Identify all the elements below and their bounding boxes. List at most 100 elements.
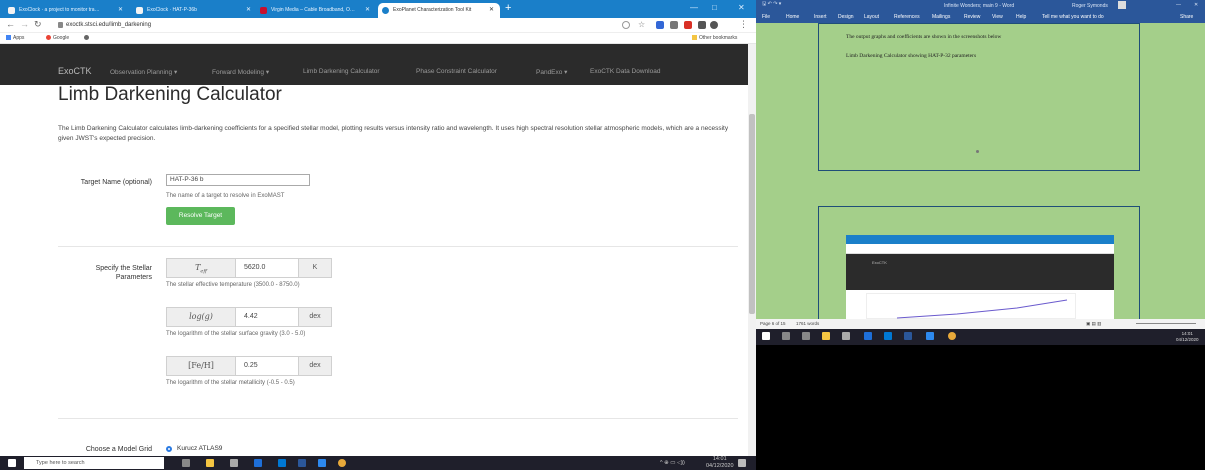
- kurucz-option-label[interactable]: Kurucz ATLAS9: [177, 445, 222, 452]
- nav-forward-modeling[interactable]: Forward Modeling ▾: [212, 68, 269, 76]
- extension-icon[interactable]: [698, 21, 706, 29]
- exoctk-favicon-icon: [382, 7, 389, 14]
- calculator-icon[interactable]: [230, 459, 238, 467]
- new-tab-button[interactable]: +: [505, 2, 511, 14]
- resolve-target-button[interactable]: Resolve Target: [166, 207, 235, 225]
- extension-icon[interactable]: [684, 21, 692, 29]
- ribbon-file[interactable]: File: [762, 14, 770, 20]
- logg-input-group: log(g) 4.42 dex: [166, 307, 332, 327]
- task-view-icon[interactable]: [802, 332, 810, 340]
- outlook-icon[interactable]: [884, 332, 892, 340]
- back-arrow-icon[interactable]: ←: [6, 19, 15, 29]
- address-bar[interactable]: exoctk.stsci.edu/limb_darkening: [66, 20, 151, 31]
- bookmark-other[interactable]: Other bookmarks: [692, 35, 737, 42]
- word-icon[interactable]: [298, 459, 306, 467]
- tell-me-search[interactable]: Tell me what you want to do: [1042, 14, 1104, 20]
- zoom-slider[interactable]: [1136, 323, 1196, 324]
- tab-close-icon[interactable]: ✕: [118, 3, 123, 18]
- file-explorer-icon[interactable]: [822, 332, 830, 340]
- tab-exoclock-hatp36b[interactable]: ExoClock · HAT-P-36b ✕: [132, 3, 257, 18]
- page-count[interactable]: Page 6 of 15: [760, 321, 786, 326]
- system-tray-icon[interactable]: ^ ⊕ ▭ ◁)): [660, 460, 685, 466]
- page-top-strip: [0, 44, 748, 60]
- reload-icon[interactable]: ↻: [34, 19, 42, 30]
- outlook-icon[interactable]: [278, 459, 286, 467]
- feh-input[interactable]: 0.25: [235, 357, 299, 375]
- tab-exoctk[interactable]: ExoPlanet Characterization Tool Kit ✕: [378, 3, 500, 18]
- ribbon-design[interactable]: Design: [838, 14, 854, 20]
- maximize-button[interactable]: □: [712, 3, 717, 12]
- globe-icon: [84, 35, 89, 41]
- nav-data-download[interactable]: ExoCTK Data Download: [590, 68, 660, 75]
- ribbon-mailings[interactable]: Mailings: [932, 14, 950, 20]
- share-button[interactable]: Share: [1180, 14, 1193, 20]
- nav-limb-darkening[interactable]: Limb Darkening Calculator: [303, 68, 380, 75]
- photos-icon[interactable]: [318, 459, 326, 467]
- bookmark-star-icon[interactable]: ☆: [638, 21, 646, 29]
- forward-arrow-icon[interactable]: →: [20, 19, 29, 29]
- teff-help: The stellar effective temperature (3500.…: [166, 282, 300, 288]
- feh-help: The logarithm of the stellar metallicity…: [166, 380, 295, 386]
- nav-observation-planning[interactable]: Observation Planning ▾: [110, 68, 177, 76]
- windows-start-icon[interactable]: [762, 332, 770, 340]
- tab-close-icon[interactable]: ✕: [489, 3, 494, 18]
- extension-icon[interactable]: [656, 21, 664, 29]
- view-buttons[interactable]: ▣ ▤ ▥: [1086, 321, 1101, 327]
- ribbon-help[interactable]: Help: [1016, 14, 1026, 20]
- ribbon-references[interactable]: References: [894, 14, 920, 20]
- nav-pandexo[interactable]: PandExo ▾: [536, 68, 567, 76]
- chrome-icon[interactable]: [948, 332, 956, 340]
- zoom-icon[interactable]: [622, 21, 630, 29]
- chrome-icon[interactable]: [338, 459, 346, 467]
- notifications-icon[interactable]: [738, 459, 746, 467]
- menu-kebab-icon[interactable]: ⋮: [739, 19, 748, 30]
- ribbon-home[interactable]: Home: [786, 14, 799, 20]
- extension-icon[interactable]: [670, 21, 678, 29]
- profile-avatar-icon[interactable]: [710, 21, 718, 29]
- minimize-button[interactable]: —: [690, 3, 698, 12]
- tab-exoclock-project[interactable]: ExoClock · a project to monitor tra… ✕: [4, 3, 129, 18]
- word-close-button[interactable]: ✕: [1194, 2, 1198, 8]
- target-name-input[interactable]: HAT-P-36 b: [166, 174, 310, 186]
- file-explorer-icon[interactable]: [206, 459, 214, 467]
- ribbon-view[interactable]: View: [992, 14, 1003, 20]
- windows-start-icon[interactable]: [8, 459, 16, 467]
- exoctk-brand[interactable]: ExoCTK: [58, 66, 92, 76]
- user-avatar[interactable]: [1118, 1, 1126, 9]
- word-icon[interactable]: [904, 332, 912, 340]
- nav-phase-constraint[interactable]: Phase Constraint Calculator: [416, 68, 497, 75]
- photos-icon[interactable]: [926, 332, 934, 340]
- word-document-title: Infinite Wonders; main 9 - Word: [944, 3, 1015, 9]
- scrollbar-thumb[interactable]: [749, 114, 755, 314]
- bookmark-google[interactable]: Google: [46, 35, 69, 42]
- tab-virgin-media[interactable]: Virgin Media – Cable Broadband, O… ✕: [256, 3, 376, 18]
- tab-close-icon[interactable]: ✕: [365, 3, 370, 18]
- taskbar-clock[interactable]: 14:01 04/12/2020: [706, 456, 734, 470]
- ribbon-layout[interactable]: Layout: [864, 14, 879, 20]
- taskbar-search-input[interactable]: Type here to search: [24, 457, 164, 469]
- teff-input[interactable]: 5620.0: [235, 259, 299, 277]
- lock-icon: [58, 22, 63, 28]
- section-divider: [58, 246, 738, 247]
- kurucz-radio[interactable]: [166, 446, 172, 452]
- tab-close-icon[interactable]: ✕: [246, 3, 251, 18]
- ribbon-review[interactable]: Review: [964, 14, 980, 20]
- logg-unit: dex: [299, 308, 331, 326]
- teams-icon[interactable]: [864, 332, 872, 340]
- embedded-screenshot: ExoCTK: [846, 235, 1114, 319]
- word-quick-access-icon[interactable]: 🖫 ↶ ↷ ▾: [762, 1, 781, 9]
- word-minimize-button[interactable]: —: [1176, 2, 1181, 8]
- calculator-icon[interactable]: [842, 332, 850, 340]
- bookmark-apps[interactable]: Apps: [6, 35, 24, 42]
- doc-paragraph: The output graphs and coefficients are s…: [846, 34, 1002, 40]
- logg-input[interactable]: 4.42: [235, 308, 299, 326]
- teams-icon[interactable]: [254, 459, 262, 467]
- task-view-icon[interactable]: [182, 459, 190, 467]
- taskbar-clock-right[interactable]: 14:01 04/12/2020: [1176, 331, 1199, 343]
- search-icon[interactable]: [782, 332, 790, 340]
- bookmark-globe[interactable]: [84, 35, 91, 42]
- word-count[interactable]: 1761 words: [796, 321, 819, 326]
- ribbon-insert[interactable]: Insert: [814, 14, 827, 20]
- google-icon: [46, 35, 51, 41]
- close-button[interactable]: ✕: [738, 3, 745, 12]
